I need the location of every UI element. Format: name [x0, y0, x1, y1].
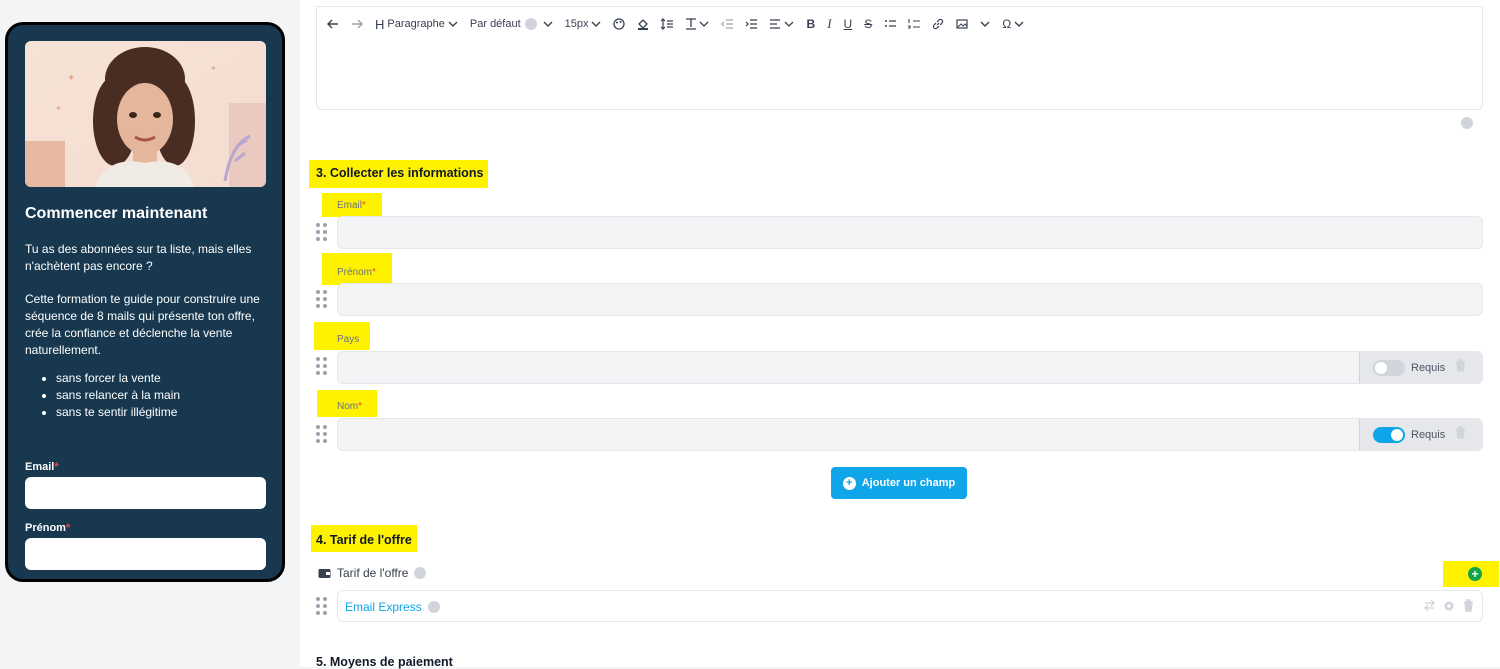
font-size-select[interactable]: 15px [565, 18, 601, 30]
add-offer-plus-icon[interactable]: + [1468, 567, 1482, 581]
hero-image: ✦ ✦ ✦ [25, 41, 266, 187]
form-editor: H Paragraphe Par défaut 15px B I U S Ω 3… [300, 0, 1500, 669]
wallet-icon [318, 568, 331, 579]
card-paragraph-2: Cette formation te guide pour construire… [25, 292, 260, 357]
add-field-button[interactable]: + Ajouter un champ [831, 467, 967, 499]
svg-text:✦: ✦ [67, 73, 75, 84]
offer-name[interactable]: Email Express [345, 600, 440, 614]
tarif-header: Tarif de l'offre [318, 566, 427, 580]
numbered-list-icon[interactable] [908, 18, 921, 30]
link-icon[interactable] [932, 18, 944, 30]
heading-icon: H [375, 16, 385, 32]
text-format-icon[interactable] [685, 18, 709, 30]
undo-icon[interactable] [327, 19, 339, 29]
required-toggle[interactable] [1373, 426, 1405, 443]
chevron-down-icon [591, 21, 601, 27]
section-title-tarif: 4. Tarif de l'offre [316, 533, 412, 547]
card-prenom-label: Prénom* [25, 522, 71, 534]
optin-card: ✦ ✦ ✦ Commencer maintenant Tu as des abo… [5, 22, 285, 582]
card-email-input[interactable] [25, 477, 266, 509]
drag-handle-icon[interactable] [316, 223, 328, 243]
card-paragraph-1: Tu as des abonnées sur ta liste, mais el… [25, 242, 252, 273]
indent-icon[interactable] [745, 18, 757, 30]
bold-icon[interactable]: B [807, 17, 816, 31]
required-toggle-group: Requis [1359, 352, 1482, 383]
required-toggle[interactable] [1373, 359, 1405, 376]
required-toggle-group: Requis [1359, 419, 1482, 450]
svg-text:✦: ✦ [55, 104, 62, 113]
preview-panel: ✦ ✦ ✦ Commencer maintenant Tu as des abo… [0, 0, 300, 667]
drag-handle-icon[interactable] [316, 290, 328, 310]
swap-icon[interactable] [1424, 600, 1435, 611]
list-item: sans forcer la vente [56, 370, 180, 387]
align-select[interactable] [769, 18, 795, 30]
field-label-pays: Pays [337, 334, 360, 345]
palette-icon[interactable] [612, 18, 625, 30]
trash-icon[interactable] [1455, 358, 1466, 377]
more-insert-chevron-icon[interactable] [980, 20, 990, 28]
card-email-label: Email* [25, 461, 59, 473]
offer-row[interactable]: Email Express [337, 590, 1483, 622]
svg-text:✦: ✦ [210, 64, 217, 73]
section-title-collect: 3. Collecter les informations [316, 166, 484, 180]
help-icon[interactable] [427, 601, 440, 613]
chevron-down-icon [448, 21, 458, 27]
drag-handle-icon[interactable] [316, 425, 328, 445]
plus-circle-icon: + [842, 476, 856, 490]
list-item: sans te sentir illégitime [56, 404, 180, 421]
editor-toolbar: H Paragraphe Par défaut 15px B I U S Ω [327, 15, 1036, 33]
outdent-icon[interactable] [720, 18, 733, 30]
help-icon[interactable] [1461, 117, 1473, 129]
list-item: sans relancer à la main [56, 387, 180, 404]
strikethrough-icon[interactable]: S [864, 17, 872, 31]
drag-handle-icon[interactable] [316, 597, 328, 617]
card-title: Commencer maintenant [25, 205, 208, 222]
chevron-down-icon [1014, 21, 1024, 27]
offer-actions [1416, 599, 1474, 612]
field-label-prenom: Prénom* [337, 267, 376, 278]
special-char-select[interactable]: Ω [1002, 17, 1024, 31]
trash-icon[interactable] [1463, 599, 1474, 612]
help-icon [524, 18, 537, 30]
drag-handle-icon[interactable] [316, 357, 328, 377]
rich-text-editor[interactable]: H Paragraphe Par défaut 15px B I U S Ω [316, 6, 1483, 110]
field-label-nom: Nom* [337, 401, 363, 412]
prenom-field[interactable] [337, 283, 1483, 316]
email-field[interactable] [337, 216, 1483, 249]
field-label-email: Email* [337, 200, 366, 211]
pays-field[interactable]: Requis [337, 351, 1483, 384]
font-select[interactable]: Par défaut [470, 18, 553, 30]
underline-icon[interactable]: U [844, 17, 853, 31]
block-style-select[interactable]: H Paragraphe [375, 17, 458, 32]
bullet-list-icon[interactable] [884, 18, 897, 30]
gear-icon[interactable] [1443, 600, 1455, 612]
trash-icon[interactable] [1455, 425, 1466, 444]
italic-icon[interactable]: I [827, 16, 831, 32]
nom-field[interactable]: Requis [337, 418, 1483, 451]
chevron-down-icon [543, 21, 553, 27]
fill-color-icon[interactable] [637, 18, 649, 30]
image-icon[interactable] [956, 18, 968, 30]
card-prenom-input[interactable] [25, 538, 266, 570]
help-icon[interactable] [414, 567, 427, 579]
card-bullet-list: sans forcer la vente sans relancer à la … [56, 370, 180, 421]
redo-icon[interactable] [351, 19, 363, 29]
line-height-icon[interactable] [660, 18, 673, 30]
